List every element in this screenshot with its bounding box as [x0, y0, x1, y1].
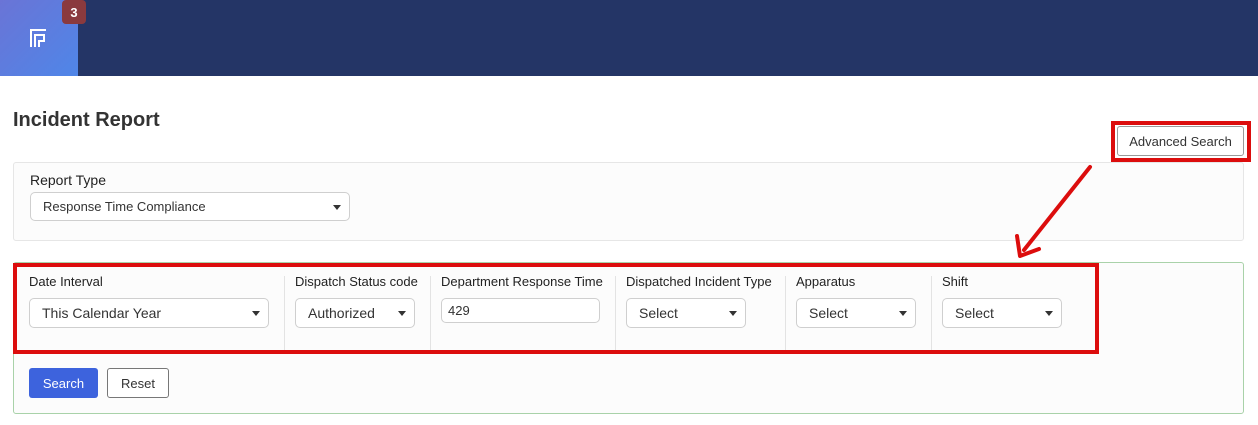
report-type-value: Response Time Compliance [43, 199, 206, 214]
page-title: Incident Report [13, 109, 160, 131]
reset-button[interactable]: Reset [107, 368, 169, 398]
app-logo-icon [30, 29, 46, 47]
report-type-label: Report Type [30, 172, 107, 188]
chevron-down-icon [333, 204, 341, 210]
search-button[interactable]: Search [29, 368, 98, 398]
top-navigation-bar: 3 [0, 0, 1258, 76]
report-type-select[interactable]: Response Time Compliance [30, 192, 350, 221]
filters-highlight [13, 263, 1099, 354]
advanced-search-button[interactable]: Advanced Search [1117, 126, 1244, 156]
report-type-panel: Report Type Response Time Compliance [13, 162, 1244, 241]
notification-badge[interactable]: 3 [62, 0, 86, 24]
